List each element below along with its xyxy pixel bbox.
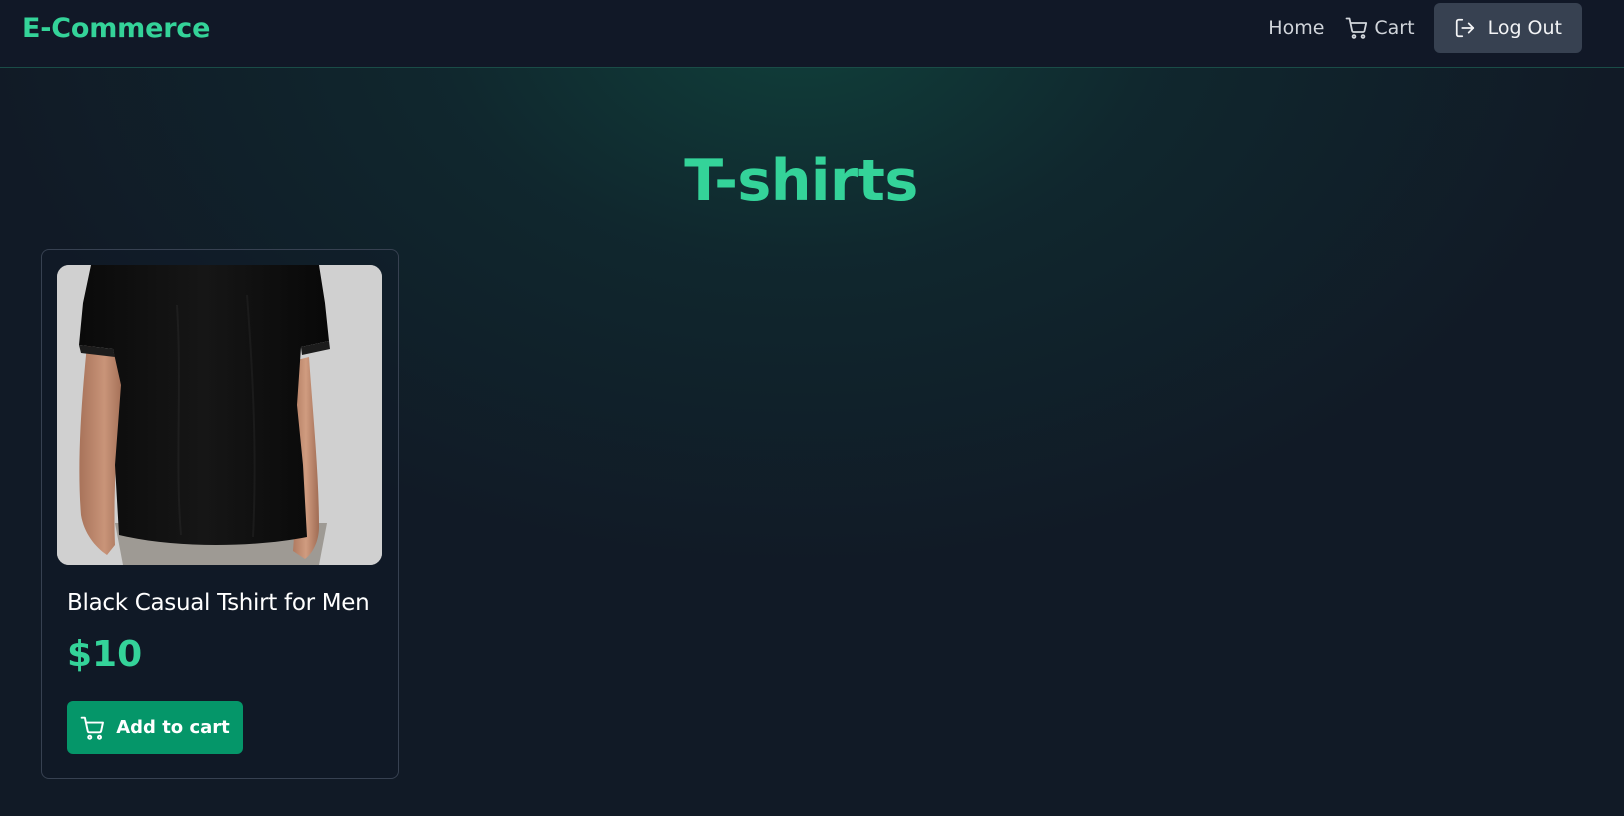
cart-icon: [1345, 17, 1368, 39]
add-to-cart-button[interactable]: Add to cart: [67, 701, 243, 754]
page-title: T-shirts: [684, 148, 918, 214]
nav-home-link[interactable]: Home: [1268, 17, 1324, 39]
cart-icon: [80, 716, 105, 740]
product-name: Black Casual Tshirt for Men: [67, 590, 370, 616]
tshirt-photo: [57, 265, 382, 565]
brand-logo[interactable]: E-Commerce: [22, 13, 210, 44]
product-price: $10: [67, 634, 143, 675]
product-image[interactable]: [57, 265, 382, 565]
nav-links: Home Cart Log Out: [1268, 3, 1582, 53]
add-to-cart-label: Add to cart: [116, 717, 230, 738]
nav-cart-label: Cart: [1374, 17, 1415, 39]
logout-icon: [1455, 18, 1474, 38]
nav-home-label: Home: [1268, 17, 1325, 39]
product-card: Black Casual Tshirt for Men $10 Add to c…: [41, 249, 399, 779]
logout-button[interactable]: Log Out: [1433, 3, 1582, 53]
nav-cart-link[interactable]: Cart: [1345, 16, 1415, 40]
logout-label: Log Out: [1487, 17, 1562, 39]
navbar: E-Commerce Home Cart Log Out: [0, 0, 1624, 68]
